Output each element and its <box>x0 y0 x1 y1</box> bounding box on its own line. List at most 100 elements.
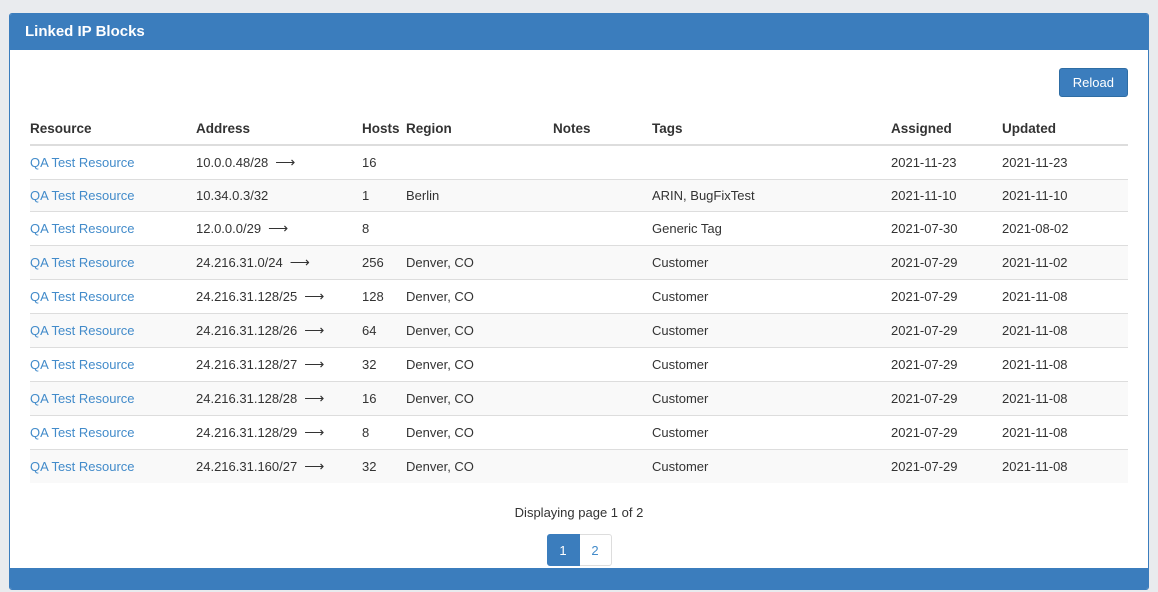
resource-cell: QA Test Resource <box>30 246 196 280</box>
notes-cell <box>553 246 652 280</box>
resource-link[interactable]: QA Test Resource <box>30 425 135 440</box>
region-cell: Denver, CO <box>406 348 553 382</box>
table-row: QA Test Resource10.0.0.48/28⟶162021-11-2… <box>30 145 1128 180</box>
assigned-cell: 2021-07-29 <box>891 280 1002 314</box>
hosts-cell: 16 <box>362 382 406 416</box>
resource-cell: QA Test Resource <box>30 280 196 314</box>
notes-cell <box>553 180 652 212</box>
assigned-cell: 2021-07-29 <box>891 314 1002 348</box>
tags-cell: ARIN, BugFixTest <box>652 180 891 212</box>
address-cell: 10.34.0.3/32 <box>196 180 362 212</box>
region-cell: Denver, CO <box>406 280 553 314</box>
region-cell <box>406 212 553 246</box>
table-header-row: ResourceAddressHostsRegionNotesTagsAssig… <box>30 113 1128 145</box>
address-text: 24.216.31.128/25 <box>196 289 297 304</box>
arrow-right-icon: ⟶ <box>304 424 324 440</box>
column-header-tags: Tags <box>652 113 891 145</box>
updated-cell: 2021-11-08 <box>1002 314 1128 348</box>
page-status: Displaying page 1 of 2 <box>30 505 1128 520</box>
resource-cell: QA Test Resource <box>30 212 196 246</box>
region-cell: Denver, CO <box>406 382 553 416</box>
assigned-cell: 2021-11-10 <box>891 180 1002 212</box>
resource-link[interactable]: QA Test Resource <box>30 357 135 372</box>
notes-cell <box>553 450 652 484</box>
address-text: 10.34.0.3/32 <box>196 188 268 203</box>
region-cell: Denver, CO <box>406 416 553 450</box>
page-button-1[interactable]: 1 <box>547 534 580 566</box>
notes-cell <box>553 314 652 348</box>
panel-footer <box>10 568 1148 589</box>
tags-cell: Customer <box>652 280 891 314</box>
resource-link[interactable]: QA Test Resource <box>30 255 135 270</box>
assigned-cell: 2021-07-29 <box>891 348 1002 382</box>
address-text: 10.0.0.48/28 <box>196 155 268 170</box>
updated-cell: 2021-11-08 <box>1002 382 1128 416</box>
assigned-cell: 2021-11-23 <box>891 145 1002 180</box>
hosts-cell: 8 <box>362 416 406 450</box>
resource-link[interactable]: QA Test Resource <box>30 391 135 406</box>
updated-cell: 2021-11-02 <box>1002 246 1128 280</box>
arrow-right-icon: ⟶ <box>304 322 324 338</box>
arrow-right-icon: ⟶ <box>304 288 324 304</box>
updated-cell: 2021-11-08 <box>1002 416 1128 450</box>
column-header-address: Address <box>196 113 362 145</box>
address-cell: 24.216.31.128/25 ⟶ <box>196 280 362 314</box>
hosts-cell: 8 <box>362 212 406 246</box>
column-header-region: Region <box>406 113 553 145</box>
resource-cell: QA Test Resource <box>30 314 196 348</box>
updated-cell: 2021-11-08 <box>1002 280 1128 314</box>
table-row: QA Test Resource24.216.31.128/25⟶128Denv… <box>30 280 1128 314</box>
region-cell: Berlin <box>406 180 553 212</box>
tags-cell: Customer <box>652 450 891 484</box>
address-cell: 24.216.31.128/28 ⟶ <box>196 382 362 416</box>
updated-cell: 2021-11-08 <box>1002 348 1128 382</box>
assigned-cell: 2021-07-29 <box>891 246 1002 280</box>
panel-body: Reload ResourceAddressHostsRegionNotesTa… <box>10 50 1148 568</box>
address-text: 24.216.31.128/26 <box>196 323 297 338</box>
address-cell: 12.0.0.0/29⟶ <box>196 212 362 246</box>
address-text: 24.216.31.128/28 <box>196 391 297 406</box>
arrow-right-icon: ⟶ <box>304 390 324 406</box>
notes-cell <box>553 145 652 180</box>
assigned-cell: 2021-07-29 <box>891 382 1002 416</box>
column-header-updated: Updated <box>1002 113 1128 145</box>
table-row: QA Test Resource10.34.0.3/321BerlinARIN,… <box>30 180 1128 212</box>
hosts-cell: 256 <box>362 246 406 280</box>
resource-link[interactable]: QA Test Resource <box>30 221 135 236</box>
reload-button[interactable]: Reload <box>1059 68 1128 97</box>
panel-title: Linked IP Blocks <box>10 14 1148 50</box>
address-cell: 24.216.31.128/26 ⟶ <box>196 314 362 348</box>
assigned-cell: 2021-07-29 <box>891 416 1002 450</box>
resource-link[interactable]: QA Test Resource <box>30 289 135 304</box>
linked-ip-blocks-panel: Linked IP Blocks Reload ResourceAddressH… <box>9 13 1149 590</box>
resource-link[interactable]: QA Test Resource <box>30 323 135 338</box>
updated-cell: 2021-11-08 <box>1002 450 1128 484</box>
table-row: QA Test Resource 24.216.31.128/27⟶32Denve… <box>30 348 1128 382</box>
updated-cell: 2021-08-02 <box>1002 212 1128 246</box>
arrow-right-icon: ⟶ <box>304 458 324 474</box>
resource-link[interactable]: QA Test Resource <box>30 188 135 203</box>
tags-cell: Customer <box>652 246 891 280</box>
column-header-notes: Notes <box>553 113 652 145</box>
address-cell: 10.0.0.48/28⟶ <box>196 145 362 180</box>
address-text: 24.216.31.128/29 <box>196 425 297 440</box>
address-cell: 24.216.31.128/27⟶ <box>196 348 362 382</box>
notes-cell <box>553 416 652 450</box>
hosts-cell: 32 <box>362 450 406 484</box>
address-text: 24.216.31.160/27 <box>196 459 297 474</box>
notes-cell <box>553 280 652 314</box>
table-row: QA Test Resource 24.216.31.128/28 ⟶ 16Denve… <box>30 382 1128 416</box>
page-button-2[interactable]: 2 <box>579 534 612 566</box>
address-cell: 24.216.31.128/29 ⟶ <box>196 416 362 450</box>
table-row: QA Test Resource12.0.0.0/29⟶8Generic Tag… <box>30 212 1128 246</box>
resource-link[interactable]: QA Test Resource <box>30 459 135 474</box>
column-header-resource: Resource <box>30 113 196 145</box>
hosts-cell: 32 <box>362 348 406 382</box>
resource-link[interactable]: QA Test Resource <box>30 155 135 170</box>
table-row: QA Test Resource24.216.31.128/26⟶64Denve… <box>30 314 1128 348</box>
updated-cell: 2021-11-23 <box>1002 145 1128 180</box>
table-row: QA Test Resource24.216.31.0/24⟶256Denver… <box>30 246 1128 280</box>
table-body: QA Test Resource10.0.0.48/28⟶162021-11-2… <box>30 145 1128 483</box>
address-text: 12.0.0.0/29 <box>196 221 261 236</box>
arrow-right-icon: ⟶ <box>304 356 324 372</box>
